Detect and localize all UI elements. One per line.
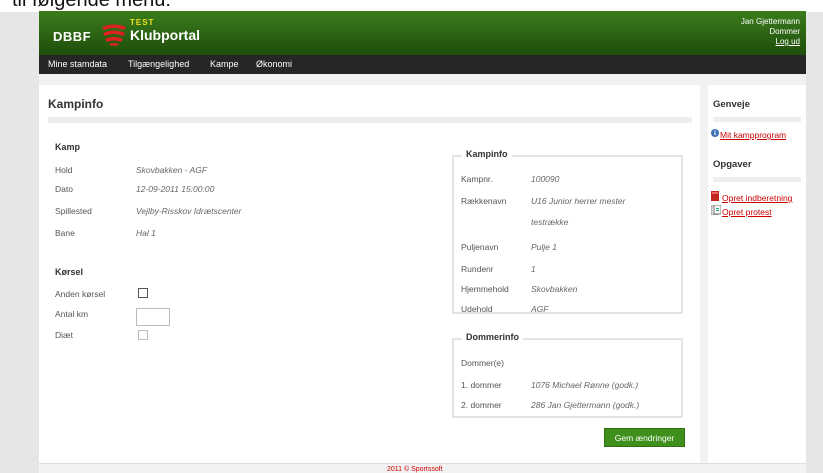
raekkenavn-label: Rækkenavn [461, 196, 507, 206]
rundenr-value: 1 [531, 264, 536, 274]
footer: 2011 © Sportssoft [39, 463, 806, 473]
hold-value: Skovbakken - AGF [136, 165, 208, 175]
nav-oekonomi[interactable]: Økonomi [256, 55, 292, 74]
logout-link[interactable]: Log ud [741, 37, 800, 47]
udehold-label: Udehold [461, 304, 493, 314]
bane-label: Bane [55, 228, 75, 238]
main-nav: Mine stamdata Tilgængelighed Kampe Økono… [39, 55, 806, 74]
diaet-checkbox[interactable] [138, 330, 148, 340]
antal-km-input[interactable] [136, 308, 170, 326]
kampnr-value: 100090 [531, 174, 560, 184]
dommerinfo-legend: Dommerinfo [462, 332, 524, 342]
mit-kampprogram-link[interactable]: Mit kampprogram [720, 130, 786, 140]
anden-korsel-label: Anden kørsel [55, 289, 106, 299]
dommer1-value: 1076 Michael Rønne (godk.) [531, 380, 639, 390]
footer-text: 2011 © Sportssoft [387, 466, 443, 473]
hjemmehold-value: Skovbakken [531, 284, 578, 294]
logo-title: Klubportal [130, 27, 200, 43]
nav-mine-stamdata[interactable]: Mine stamdata [48, 55, 107, 74]
dato-value: 12-09-2011 15:00:00 [136, 184, 215, 194]
kamp-heading: Kamp [55, 142, 81, 152]
antal-km-label: Antal km [55, 309, 89, 319]
user-name: Jan Gjettermann [740, 17, 800, 26]
logo-test-label: TEST [130, 18, 155, 27]
udehold-value: AGF [531, 304, 549, 314]
title-divider [48, 117, 692, 123]
protest-icon [711, 205, 721, 215]
opgaver-divider [713, 177, 801, 182]
dommer2-value: 286 Jan Gjettermann (godk.) [531, 400, 640, 410]
app-window: DBBF TEST Klubportal Jan Gjettermann Dom… [39, 11, 806, 473]
save-button[interactable]: Gem ændringer [604, 428, 685, 447]
genveje-heading: Genveje [713, 99, 750, 110]
diaet-label: Diæt [55, 330, 73, 340]
puljenavn-value: Pulje 1 [531, 242, 557, 252]
raekkenavn-value-cont: testrække [531, 217, 569, 227]
puljenavn-label: Puljenavn [461, 242, 499, 252]
spillested-label: Spillested [55, 206, 92, 216]
header-bar: DBBF TEST Klubportal Jan Gjettermann Dom… [39, 11, 806, 55]
nav-tilgaengelighed[interactable]: Tilgængelighed [128, 55, 189, 74]
user-box: Jan Gjettermann Dommer Log ud [741, 17, 800, 47]
rundenr-label: Rundenr [461, 264, 494, 274]
spillested-value: Vejlby-Risskov Idrætscenter [136, 206, 242, 216]
dato-label: Dato [55, 184, 73, 194]
opgaver-heading: Opgaver [713, 159, 752, 170]
kampinfo-legend: Kampinfo [462, 149, 512, 159]
sidebar: Genveje Mit kampprogram Opgaver Opret in… [708, 85, 806, 463]
hjemmehold-label: Hjemmehold [461, 284, 509, 294]
logo-dbbf: DBBF [53, 29, 92, 44]
korsel-heading: Kørsel [55, 267, 84, 277]
report-icon [711, 191, 719, 201]
opret-protest-link[interactable]: Opret protest [722, 207, 772, 217]
kampnr-label: Kampnr. [461, 174, 493, 184]
dommere-label: Dommer(e) [461, 358, 504, 368]
genveje-divider [713, 117, 801, 122]
raekkenavn-value: U16 Junior herrer mester [531, 196, 626, 206]
hold-label: Hold [55, 165, 73, 175]
anden-korsel-checkbox[interactable] [138, 288, 148, 298]
info-icon [711, 129, 719, 137]
dommer1-label: 1. dommer [461, 380, 502, 390]
user-role: Dommer [769, 27, 800, 36]
opret-indberetning-link[interactable]: Opret indberetning [722, 193, 792, 203]
main-content: Kampinfo Kamp Hold Skovbakken - AGF Dato… [39, 85, 700, 463]
page-title: Kampinfo [48, 97, 104, 111]
dommer2-label: 2. dommer [461, 400, 502, 410]
bane-value: Hal 1 [136, 228, 156, 238]
nav-kampe[interactable]: Kampe [210, 55, 239, 74]
ball-logo-icon [102, 24, 126, 46]
